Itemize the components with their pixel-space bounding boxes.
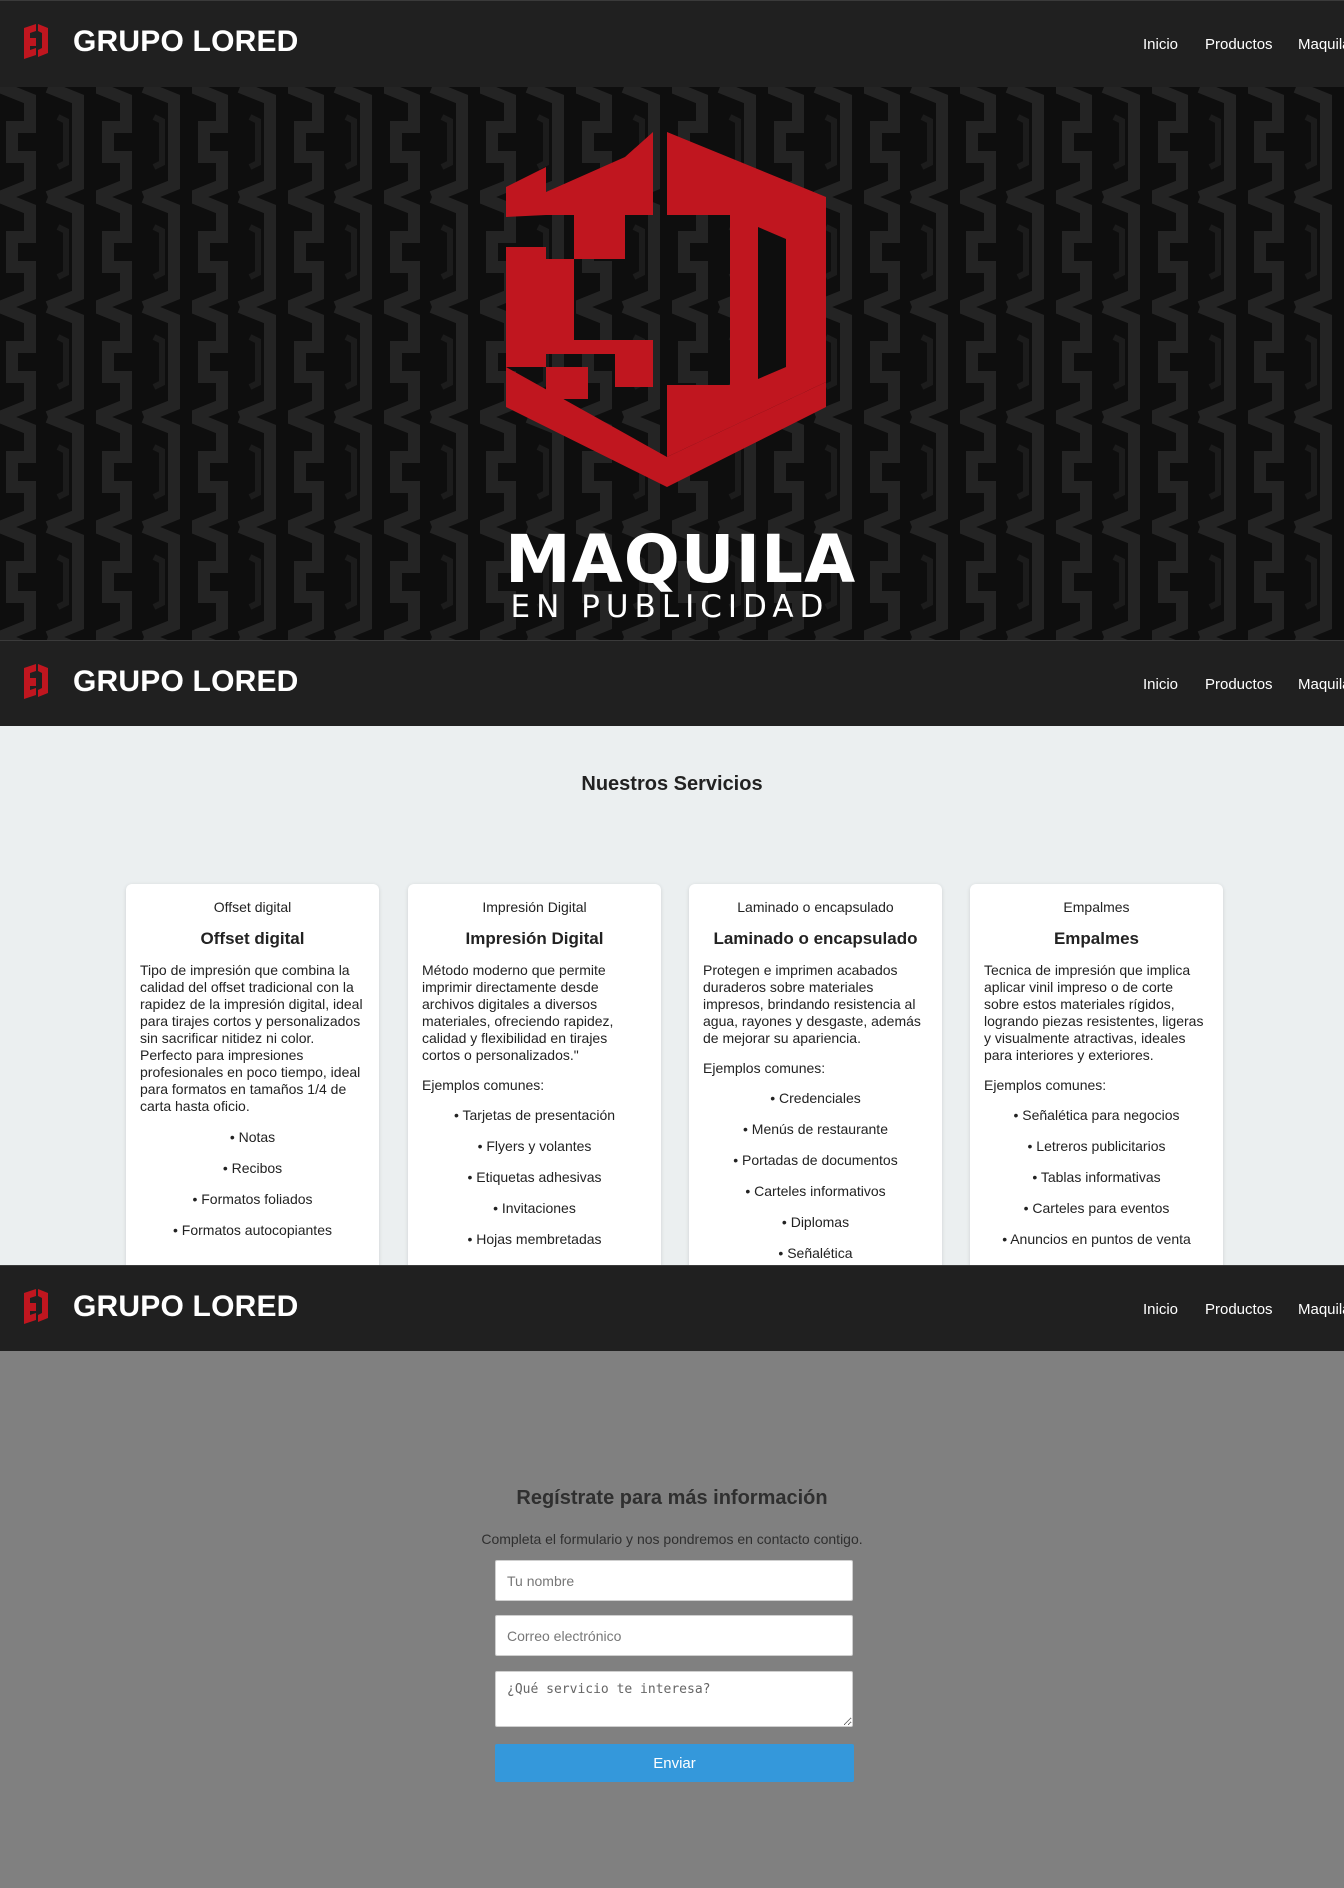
card-description: Tecnica de impresión que implica aplicar…	[984, 962, 1204, 1063]
nav-link-maquila[interactable]: Maquila	[1298, 36, 1344, 53]
list-item: • Carteles informativos	[745, 1183, 886, 1199]
list-item: • Portadas de documentos	[733, 1152, 898, 1168]
list-item: • Menús de restaurante	[743, 1121, 888, 1137]
email-input[interactable]	[495, 1615, 853, 1656]
site-header: GRUPO LORED Inicio Productos Maquila	[0, 0, 1344, 87]
signup-lead: Completa el formulario y nos pondremos e…	[481, 1531, 863, 1547]
nav-link-productos[interactable]: Productos	[1205, 36, 1273, 53]
site-header: GRUPO LORED Inicio Productos Maquila	[0, 1265, 1344, 1352]
service-card: Laminado o encapsulado Laminado o encaps…	[689, 884, 942, 1266]
service-card: Empalmes Empalmes Tecnica de impresión q…	[970, 884, 1223, 1266]
name-input[interactable]	[495, 1560, 853, 1601]
card-title: Empalmes	[1053, 929, 1140, 948]
card-description: Método moderno que permite imprimir dire…	[422, 962, 614, 1063]
signup-title: Regístrate para más información	[516, 1487, 828, 1509]
hero-title: MAQUILA	[505, 521, 857, 598]
service-textarea[interactable]	[495, 1671, 853, 1727]
list-item: • Carteles para eventos	[1023, 1200, 1170, 1216]
list-item: • Notas	[229, 1129, 276, 1145]
card-caption: Laminado o encapsulado	[737, 899, 894, 915]
card-description: Protegen e imprimen acabados duraderos s…	[703, 962, 921, 1046]
list-item: • Flyers y volantes	[477, 1138, 592, 1154]
list-item: • Recibos	[222, 1160, 283, 1176]
list-item: • Señalética	[778, 1245, 853, 1261]
card-examples-list: • Notas • Recibos • Formatos foliados • …	[140, 1129, 365, 1239]
nav-link-productos[interactable]: Productos	[1205, 676, 1273, 693]
nav-link-inicio[interactable]: Inicio	[1143, 36, 1178, 53]
card-title: Impresión Digital	[465, 929, 604, 948]
list-item: • Anuncios en puntos de venta	[1002, 1231, 1191, 1247]
list-item: • Invitaciones	[493, 1200, 576, 1216]
main-nav: Inicio Productos Maquila	[0, 1, 1344, 88]
hero-subtitle: EN PUBLICIDAD	[510, 589, 830, 625]
list-item: • Hojas membretadas	[467, 1231, 602, 1247]
list-item: • Tarjetas de presentación	[453, 1107, 616, 1123]
card-caption: Empalmes	[1063, 899, 1130, 915]
site-header: GRUPO LORED Inicio Productos Maquila	[0, 640, 1344, 727]
services-title: Nuestros Servicios	[581, 773, 763, 795]
submit-button[interactable]: Enviar	[495, 1744, 854, 1782]
card-examples-label: Ejemplos comunes:	[703, 1060, 826, 1076]
nav-link-maquila[interactable]: Maquila	[1298, 676, 1344, 693]
signup-section: Regístrate para más información Completa…	[0, 1351, 1344, 1888]
list-item: • Formatos foliados	[192, 1191, 313, 1207]
service-card: Offset digital Offset digital Tipo de im…	[126, 884, 379, 1266]
main-nav: Inicio Productos Maquila	[0, 1266, 1344, 1353]
card-caption: Offset digital	[213, 899, 292, 915]
nav-link-maquila[interactable]: Maquila	[1298, 1301, 1344, 1318]
card-examples-list: • Señalética para negocios • Letreros pu…	[984, 1107, 1209, 1248]
card-caption: Impresión Digital	[482, 899, 587, 915]
card-title: Laminado o encapsulado	[713, 929, 918, 948]
list-item: • Señalética para negocios	[1013, 1107, 1180, 1123]
card-examples-list: • Tarjetas de presentación • Flyers y vo…	[422, 1107, 647, 1248]
list-item: • Credenciales	[770, 1090, 861, 1106]
card-examples-list: • Credenciales • Menús de restaurante • …	[703, 1090, 928, 1262]
list-item: • Tablas informativas	[1032, 1169, 1161, 1185]
main-nav: Inicio Productos Maquila	[0, 641, 1344, 728]
hero-logo-icon	[506, 132, 826, 487]
hero-banner: MAQUILA EN PUBLICIDAD	[0, 87, 1344, 640]
list-item: • Letreros publicitarios	[1027, 1138, 1166, 1154]
nav-link-productos[interactable]: Productos	[1205, 1301, 1273, 1318]
card-title: Offset digital	[200, 929, 305, 948]
service-card: Impresión Digital Impresión Digital Méto…	[408, 884, 661, 1266]
list-item: • Etiquetas adhesivas	[467, 1169, 602, 1185]
card-examples-label: Ejemplos comunes:	[422, 1077, 545, 1093]
card-description: Tipo de impresión que combina la calidad…	[140, 962, 363, 1114]
list-item: • Formatos autocopiantes	[173, 1222, 332, 1238]
card-examples-label: Ejemplos comunes:	[984, 1077, 1107, 1093]
nav-link-inicio[interactable]: Inicio	[1143, 676, 1178, 693]
nav-link-inicio[interactable]: Inicio	[1143, 1301, 1178, 1318]
list-item: • Diplomas	[781, 1214, 850, 1230]
services-section: Nuestros Servicios Offset digital Offset…	[0, 726, 1344, 1266]
